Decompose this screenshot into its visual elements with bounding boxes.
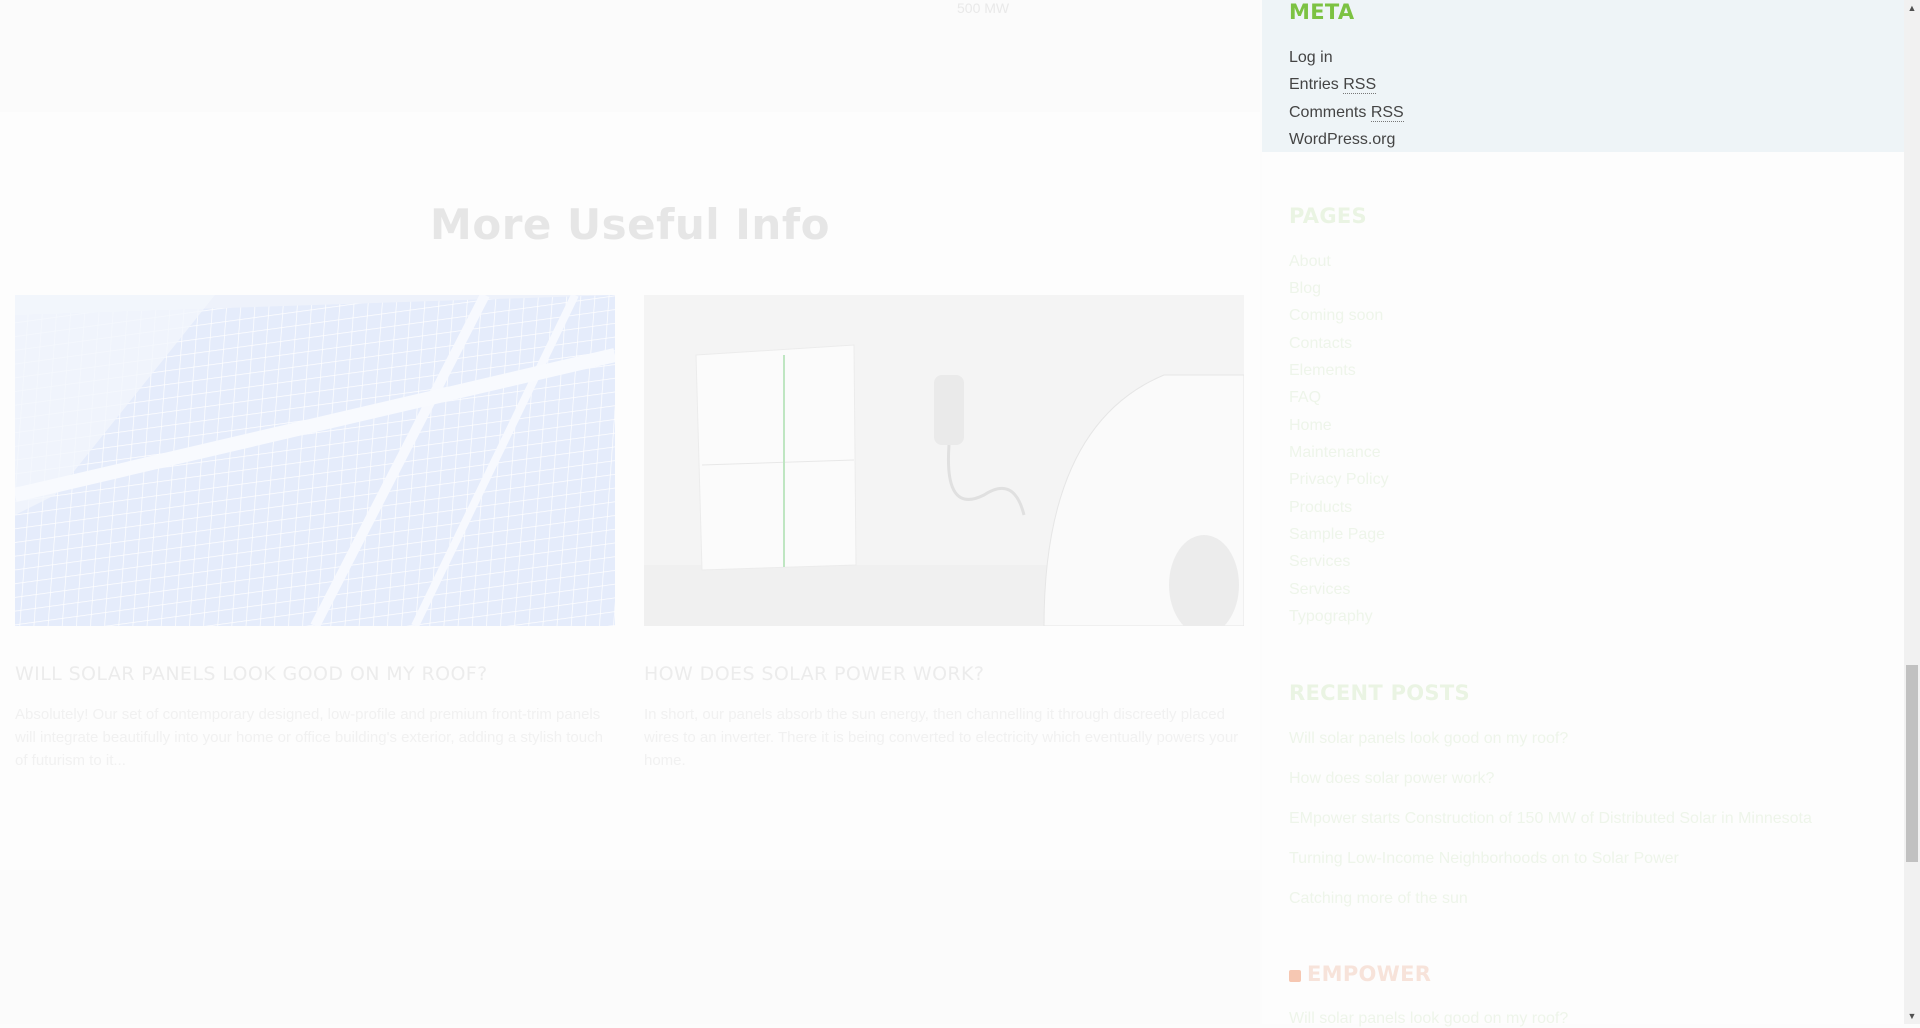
meta-widget: META Log in Entries RSS Comments RSS Wor… bbox=[1262, 0, 1904, 152]
page-link-coming-soon[interactable]: Coming soon bbox=[1289, 307, 1383, 325]
post-excerpt: In short, our panels absorb the sun ener… bbox=[644, 706, 1239, 769]
page-link-sample-page[interactable]: Sample Page bbox=[1289, 526, 1385, 544]
meta-title: META bbox=[1289, 0, 1355, 24]
main-content: 500 MW More Useful Info WILL SOLAR PANEL… bbox=[0, 0, 1260, 1024]
previous-section-remnant: 500 MW bbox=[0, 0, 1260, 112]
vertical-scrollbar[interactable]: ▲ ▼ bbox=[1904, 0, 1920, 1024]
comments-rss-link[interactable]: Comments RSS bbox=[1289, 104, 1404, 122]
post-card-solar-roof[interactable]: WILL SOLAR PANELS LOOK GOOD ON MY ROOF? … bbox=[15, 295, 615, 769]
post-excerpt: Absolutely! Our set of contemporary desi… bbox=[15, 706, 603, 769]
recent-post-link[interactable]: Will solar panels look good on my roof? bbox=[1289, 730, 1568, 748]
page-link-typography[interactable]: Typography bbox=[1289, 608, 1373, 626]
post-title[interactable]: WILL SOLAR PANELS LOOK GOOD ON MY ROOF? bbox=[15, 663, 488, 685]
page-link-home[interactable]: Home bbox=[1289, 417, 1332, 435]
rss-icon bbox=[1289, 970, 1301, 982]
capacity-text: 500 MW bbox=[957, 0, 1010, 16]
scrollbar-thumb[interactable] bbox=[1906, 665, 1918, 862]
battery-car-charger-image[interactable] bbox=[644, 295, 1244, 626]
page-link-elements[interactable]: Elements bbox=[1289, 362, 1356, 380]
entries-rss-link[interactable]: Entries RSS bbox=[1289, 76, 1377, 94]
post-title[interactable]: HOW DOES SOLAR POWER WORK? bbox=[644, 663, 984, 685]
feed-post-link[interactable]: Will solar panels look good on my roof? bbox=[1289, 1010, 1568, 1028]
pages-title: PAGES bbox=[1289, 204, 1367, 228]
link-label: Comments bbox=[1289, 104, 1367, 121]
sidebar: META Log in Entries RSS Comments RSS Wor… bbox=[1262, 0, 1904, 1027]
recent-post-link[interactable]: Turning Low-Income Neighborhoods on to S… bbox=[1289, 850, 1679, 868]
solar-panels-image[interactable] bbox=[15, 295, 615, 626]
page-link-products[interactable]: Products bbox=[1289, 499, 1352, 517]
scroll-down-arrow-icon[interactable]: ▼ bbox=[1904, 1008, 1920, 1024]
recent-posts-title: RECENT POSTS bbox=[1289, 681, 1470, 705]
login-link[interactable]: Log in bbox=[1289, 49, 1333, 67]
empower-feed-title[interactable]: EMPOWER bbox=[1289, 962, 1431, 986]
page-link-contacts[interactable]: Contacts bbox=[1289, 335, 1352, 353]
page-link-privacy-policy[interactable]: Privacy Policy bbox=[1289, 471, 1389, 489]
page-link-blog[interactable]: Blog bbox=[1289, 280, 1321, 298]
post-card-solar-power[interactable]: HOW DOES SOLAR POWER WORK? In short, our… bbox=[644, 295, 1244, 769]
page-link-services-2[interactable]: Services bbox=[1289, 581, 1350, 599]
scroll-up-arrow-icon[interactable]: ▲ bbox=[1904, 0, 1920, 16]
rss-abbr: RSS bbox=[1370, 104, 1404, 122]
recent-post-link[interactable]: EMpower starts Construction of 150 MW of… bbox=[1289, 810, 1812, 828]
page-link-faq[interactable]: FAQ bbox=[1289, 389, 1321, 407]
recent-post-link[interactable]: Catching more of the sun bbox=[1289, 890, 1468, 908]
wordpress-org-link[interactable]: WordPress.org bbox=[1289, 131, 1395, 149]
page-link-maintenance[interactable]: Maintenance bbox=[1289, 444, 1381, 462]
page-link-about[interactable]: About bbox=[1289, 253, 1331, 271]
empower-feed-label: EMPOWER bbox=[1307, 962, 1432, 986]
recent-post-link[interactable]: How does solar power work? bbox=[1289, 770, 1494, 788]
link-label: Entries bbox=[1289, 76, 1339, 93]
section-title: More Useful Info bbox=[430, 200, 830, 249]
rss-abbr: RSS bbox=[1343, 76, 1377, 94]
footer-band bbox=[0, 870, 1260, 1024]
page-link-services[interactable]: Services bbox=[1289, 553, 1350, 571]
